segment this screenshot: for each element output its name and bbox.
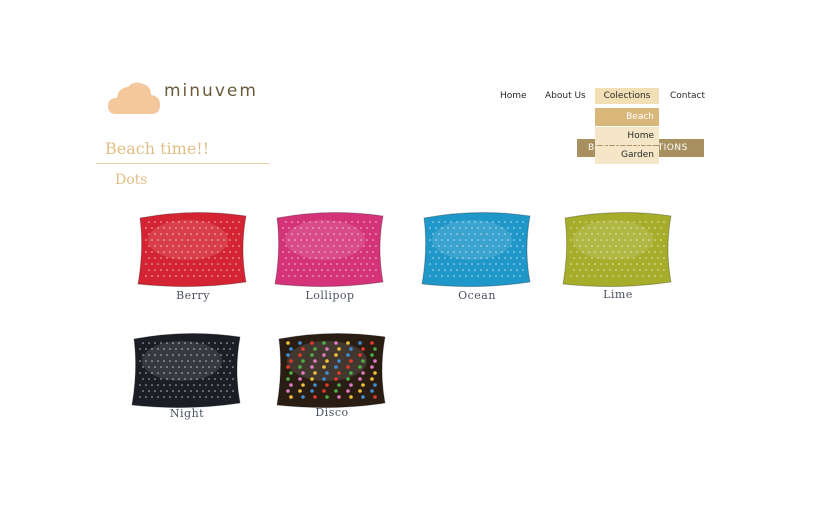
pillow-image xyxy=(137,211,247,288)
nav-about-us[interactable]: About Us xyxy=(545,88,586,104)
dropdown-item-home[interactable]: Home xyxy=(595,127,659,145)
dropdown-item-garden[interactable]: Garden xyxy=(595,146,659,164)
product-name: Lollipop xyxy=(305,289,355,302)
product-name: Night xyxy=(169,407,205,420)
product-card-night[interactable]: Night xyxy=(122,325,252,435)
product-card-lime[interactable]: Lime xyxy=(553,204,683,314)
product-name: Lime xyxy=(603,288,633,301)
pillow-image xyxy=(421,211,531,288)
logo[interactable]: minuvem xyxy=(108,78,268,118)
pillow-image xyxy=(131,332,241,409)
product-name: Disco xyxy=(315,406,349,419)
page: minuvem Home About Us Colections Contact… xyxy=(0,0,813,508)
nav-home[interactable]: Home xyxy=(500,88,527,104)
product-name: Ocean xyxy=(458,289,496,302)
section-subtitle: Dots xyxy=(115,172,148,188)
product-card-ocean[interactable]: Ocean xyxy=(412,204,542,314)
pillow-image xyxy=(276,332,386,409)
nav-colections[interactable]: Colections xyxy=(595,88,659,104)
product-card-lollipop[interactable]: Lollipop xyxy=(265,204,395,314)
product-name: Berry xyxy=(176,289,210,302)
brand-name: minuvem xyxy=(164,81,258,101)
pillow-image xyxy=(562,211,672,288)
dropdown-item-beach[interactable]: Beach xyxy=(595,108,659,126)
page-title: Beach time!! xyxy=(105,139,210,158)
product-card-disco[interactable]: Disco xyxy=(267,325,397,435)
nav-contact[interactable]: Contact xyxy=(670,88,705,104)
title-divider xyxy=(96,163,270,164)
product-card-berry[interactable]: Berry xyxy=(128,204,258,314)
colections-dropdown: Beach Home Garden xyxy=(595,108,659,165)
cloud-icon xyxy=(108,82,160,114)
pillow-image xyxy=(274,211,384,288)
